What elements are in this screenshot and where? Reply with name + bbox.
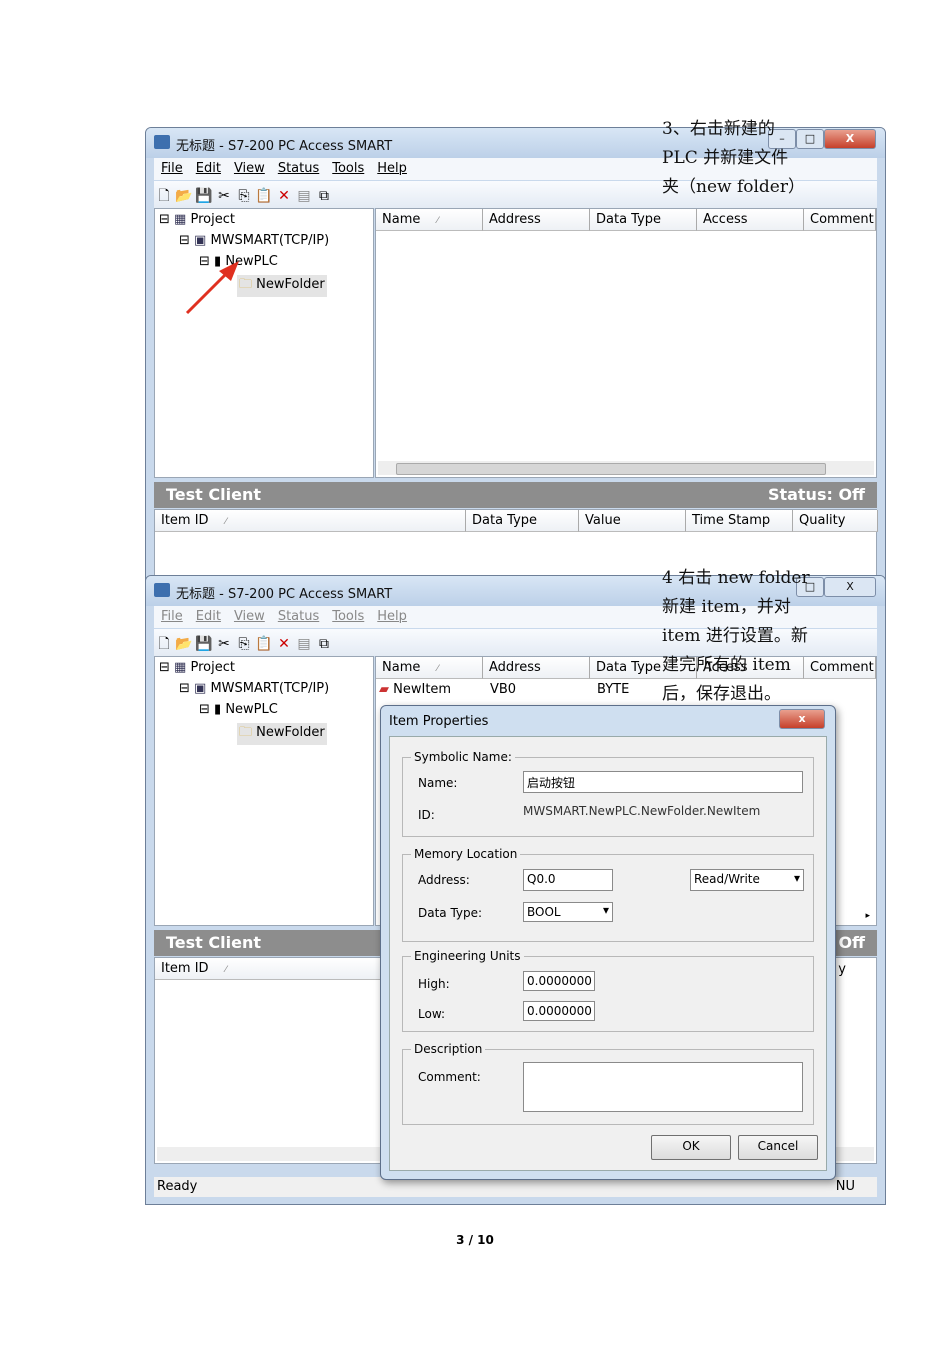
tree-label: MWSMART(TCP/IP) — [210, 681, 330, 696]
close-button[interactable]: X — [824, 577, 876, 597]
document-page: 无标题 - S7-200 PC Access SMART – □ X File E… — [0, 0, 950, 1345]
app-icon — [154, 135, 170, 149]
status-bar: Ready NU — [154, 1177, 877, 1197]
status-off: Status: Off — [767, 485, 865, 504]
name-input[interactable]: 启动按钮 — [523, 771, 803, 793]
menu-status[interactable]: Status — [278, 609, 319, 624]
col-comment[interactable]: Comment — [804, 209, 876, 231]
cut-icon[interactable]: ✂ — [214, 188, 234, 204]
tree-label: NewFolder — [256, 725, 325, 740]
menu-help[interactable]: Help — [377, 161, 407, 176]
dialog-close-button[interactable]: x — [779, 709, 825, 729]
menu-file[interactable]: File — [161, 609, 183, 624]
tree-label: MWSMART(TCP/IP) — [210, 233, 330, 248]
new-icon[interactable]: 🗋 — [154, 185, 174, 209]
low-input[interactable]: 0.0000000 — [523, 1001, 595, 1021]
chevron-down-icon: ▾ — [602, 903, 609, 917]
scroll-right-arrow[interactable]: ▸ — [865, 911, 870, 921]
annotation-step3: 3、右击新建的 PLC 并新建文件 夹（new folder） — [662, 119, 805, 197]
window-title: 无标题 - S7-200 PC Access SMART — [176, 587, 393, 602]
red-arrow-annotation — [185, 261, 239, 315]
tree-label: NewFolder — [256, 277, 325, 292]
tree-channel[interactable]: ⊟ ▣ MWSMART(TCP/IP) — [179, 681, 329, 696]
paste-icon[interactable]: 📋 — [254, 636, 274, 652]
tree-label: NewPLC — [225, 702, 278, 717]
tree-folder[interactable]: 🗀 NewFolder — [237, 275, 327, 297]
horizontal-scrollbar[interactable] — [378, 461, 874, 475]
col-name[interactable]: Name ⁄ — [376, 657, 483, 679]
paste-icon[interactable]: 📋 — [254, 188, 274, 204]
test-client-icon[interactable]: ⧉ — [314, 636, 334, 652]
col-value[interactable]: Value — [579, 510, 686, 532]
address-input[interactable]: Q0.0 — [523, 869, 613, 891]
menu-view[interactable]: View — [234, 161, 265, 176]
col-comment[interactable]: Comment — [804, 657, 876, 679]
cancel-button[interactable]: Cancel — [738, 1135, 818, 1160]
close-button[interactable]: X — [824, 129, 876, 149]
item-properties-dialog: Item Properties x Symbolic Name: Name: 启… — [380, 705, 836, 1180]
col-address[interactable]: Address — [483, 657, 590, 679]
col-data-type[interactable]: Data Type — [590, 209, 697, 231]
dialog-body: Symbolic Name: Name: 启动按钮 ID: MWSMART.Ne… — [389, 736, 827, 1171]
tree-project[interactable]: ⊟ ▦ Project — [159, 212, 235, 227]
save-icon[interactable]: 💾 — [194, 188, 214, 204]
menu-view[interactable]: View — [234, 609, 265, 624]
col-item-id[interactable]: Item ID ⁄ — [155, 510, 466, 532]
menu-tools[interactable]: Tools — [332, 609, 364, 624]
cut-icon[interactable]: ✂ — [214, 636, 234, 652]
tree-label: Project — [190, 212, 235, 227]
item-id-value: MWSMART.NewPLC.NewFolder.NewItem — [523, 804, 761, 818]
properties-icon[interactable]: ▤ — [294, 636, 314, 652]
chevron-down-icon: ▾ — [793, 871, 800, 885]
col-name[interactable]: Name ⁄ — [376, 209, 483, 231]
menu-status[interactable]: Status — [278, 161, 319, 176]
menu-file[interactable]: File — [161, 161, 183, 176]
col-quality[interactable]: Quality — [793, 510, 878, 532]
copy-icon[interactable]: ⎘ — [234, 188, 254, 204]
access-select[interactable]: Read/Write ▾ — [690, 869, 804, 891]
project-tree: ⊟ ▦ Project ⊟ ▣ MWSMART(TCP/IP) ⊟ ▮ NewP… — [154, 656, 374, 926]
properties-icon[interactable]: ▤ — [294, 188, 314, 204]
tree-folder[interactable]: 🗀 NewFolder — [237, 723, 327, 745]
col-quality-partial: y — [838, 962, 846, 977]
col-access[interactable]: Access — [697, 209, 804, 231]
project-tree: ⊟ ▦ Project ⊟ ▣ MWSMART(TCP/IP) ⊟ ▮ NewP… — [154, 208, 374, 478]
save-icon[interactable]: 💾 — [194, 636, 214, 652]
copy-icon[interactable]: ⎘ — [234, 636, 254, 652]
annotation-step4: 4 右击 new folder 新建 item，并对 item 进行设置。新 建完所有… — [662, 568, 810, 704]
test-client-header: Test Client Status: Off — [154, 482, 877, 508]
symbolic-name-group: Symbolic Name: Name: 启动按钮 ID: MWSMART.Ne… — [402, 750, 814, 837]
menu-edit[interactable]: Edit — [196, 161, 221, 176]
description-group: Description Comment: — [402, 1042, 814, 1125]
window-title: 无标题 - S7-200 PC Access SMART — [176, 139, 393, 154]
menu-tools[interactable]: Tools — [332, 161, 364, 176]
new-icon[interactable]: 🗋 — [154, 633, 174, 657]
menu-help[interactable]: Help — [377, 609, 407, 624]
memory-location-group: Memory Location Address: Q0.0 Read/Write… — [402, 847, 814, 942]
col-tc-data-type[interactable]: Data Type — [466, 510, 579, 532]
tree-plc[interactable]: ⊟ ▮ NewPLC — [199, 702, 278, 717]
delete-icon[interactable]: ✕ — [274, 188, 294, 204]
tree-channel[interactable]: ⊟ ▣ MWSMART(TCP/IP) — [179, 233, 329, 248]
item-list: Name ⁄ Address Data Type Access Comment — [375, 208, 877, 478]
menu-edit[interactable]: Edit — [196, 609, 221, 624]
comment-textarea[interactable] — [523, 1062, 803, 1112]
app-icon — [154, 583, 170, 597]
data-type-select[interactable]: BOOL ▾ — [523, 902, 613, 922]
item-icon: ▰ — [379, 682, 389, 697]
tree-label: Project — [190, 660, 235, 675]
open-icon[interactable]: 📂 — [174, 636, 194, 652]
col-time-stamp[interactable]: Time Stamp — [686, 510, 793, 532]
test-client-icon[interactable]: ⧉ — [314, 188, 334, 204]
engineering-units-group: Engineering Units High: 0.0000000 Low: 0… — [402, 949, 814, 1032]
col-address[interactable]: Address — [483, 209, 590, 231]
delete-icon[interactable]: ✕ — [274, 636, 294, 652]
open-icon[interactable]: 📂 — [174, 188, 194, 204]
tree-project[interactable]: ⊟ ▦ Project — [159, 660, 235, 675]
page-number: 3 / 10 — [456, 1233, 494, 1247]
high-input[interactable]: 0.0000000 — [523, 971, 595, 991]
ok-button[interactable]: OK — [651, 1135, 731, 1160]
dialog-title: Item Properties — [389, 714, 489, 729]
